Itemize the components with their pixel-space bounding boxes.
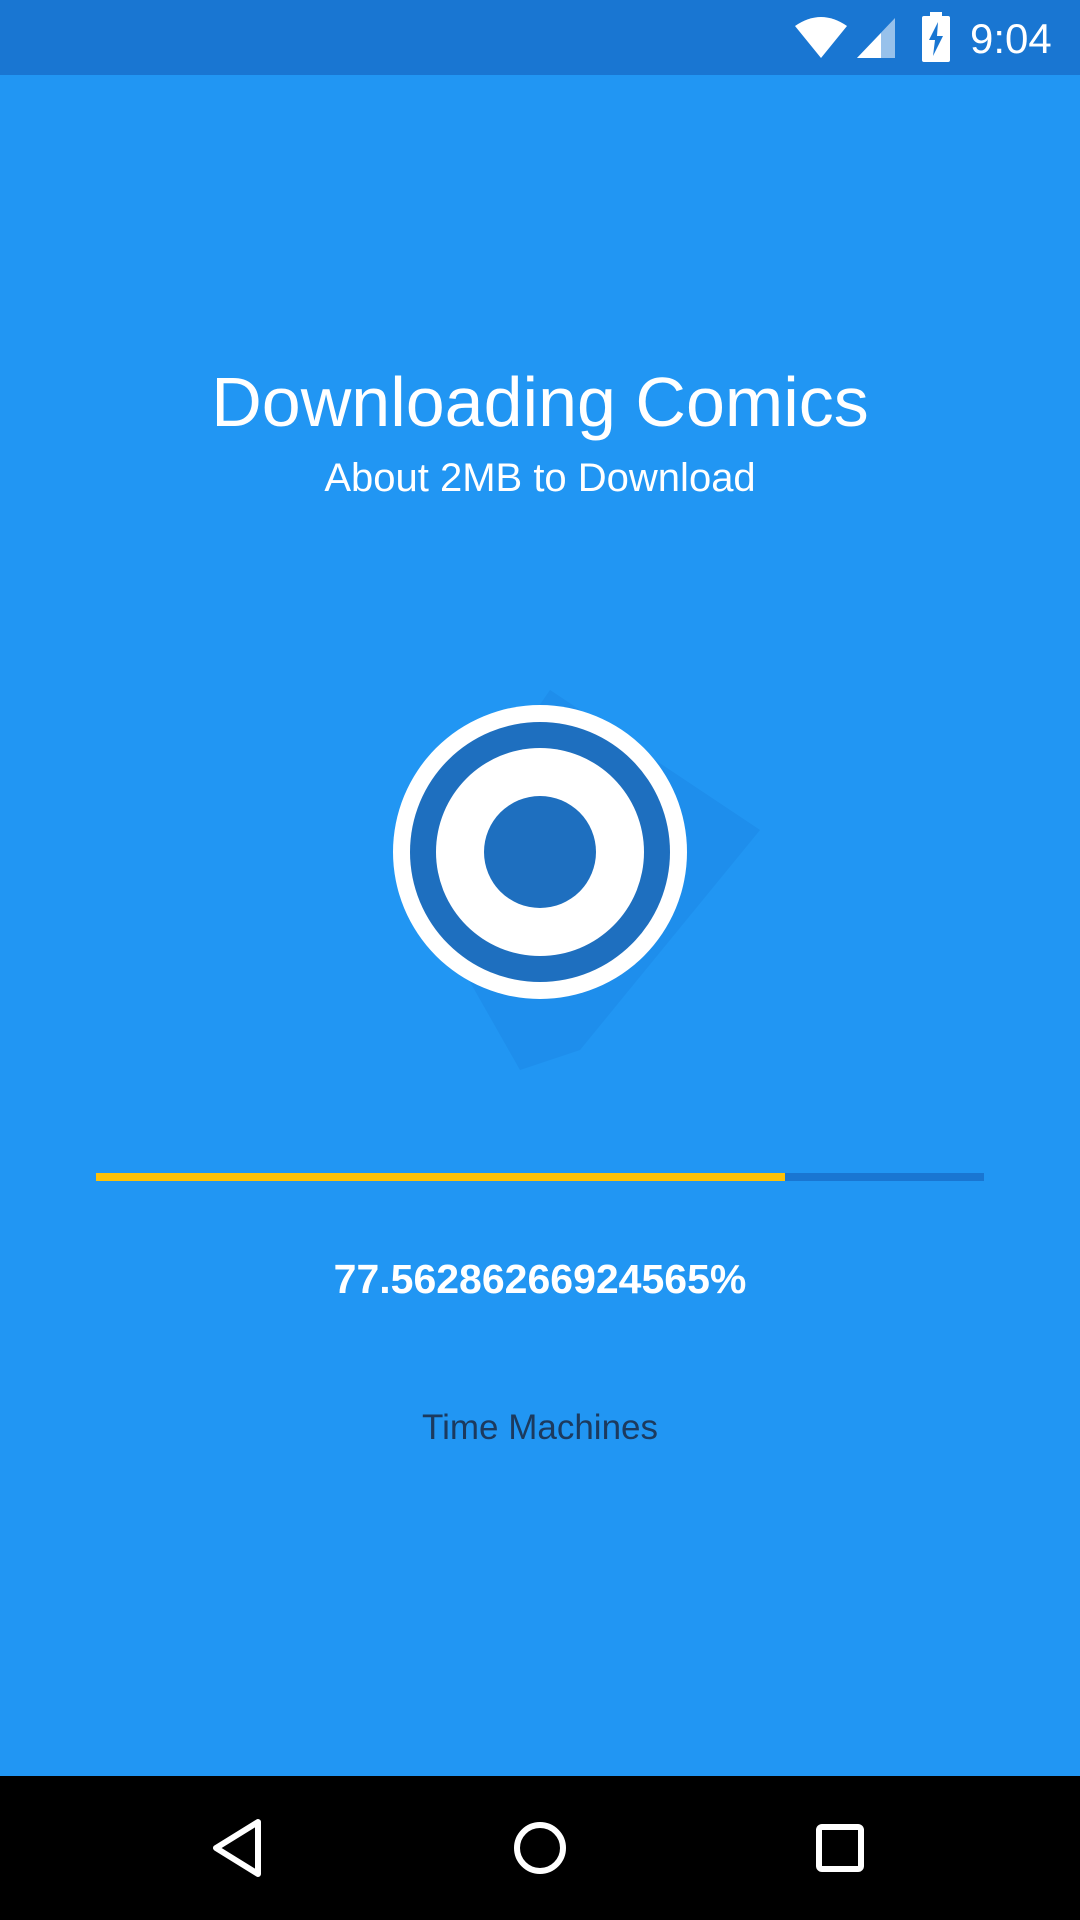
- download-screen: 9:04 Downloading Comics About 2MB to Dow…: [0, 0, 1080, 1920]
- target-logo-icon: [393, 690, 760, 1070]
- status-clock: 9:04: [970, 15, 1052, 62]
- progress-percent-label: 77.56286266924565%: [333, 1256, 747, 1302]
- page-title: Downloading Comics: [211, 363, 869, 441]
- download-progress-bar: [96, 1173, 984, 1181]
- status-bar: 9:04: [0, 0, 1080, 75]
- recents-icon[interactable]: [792, 1800, 888, 1896]
- back-icon[interactable]: [192, 1800, 288, 1896]
- battery-charging-icon: [922, 12, 950, 62]
- signal-icon: [857, 18, 895, 58]
- navigation-bar: [0, 1776, 1080, 1920]
- home-icon[interactable]: [492, 1800, 588, 1896]
- download-progress-fill: [96, 1173, 785, 1181]
- page-subtitle: About 2MB to Download: [324, 456, 756, 500]
- current-comic-label: Time Machines: [422, 1408, 658, 1447]
- wifi-icon: [795, 17, 847, 58]
